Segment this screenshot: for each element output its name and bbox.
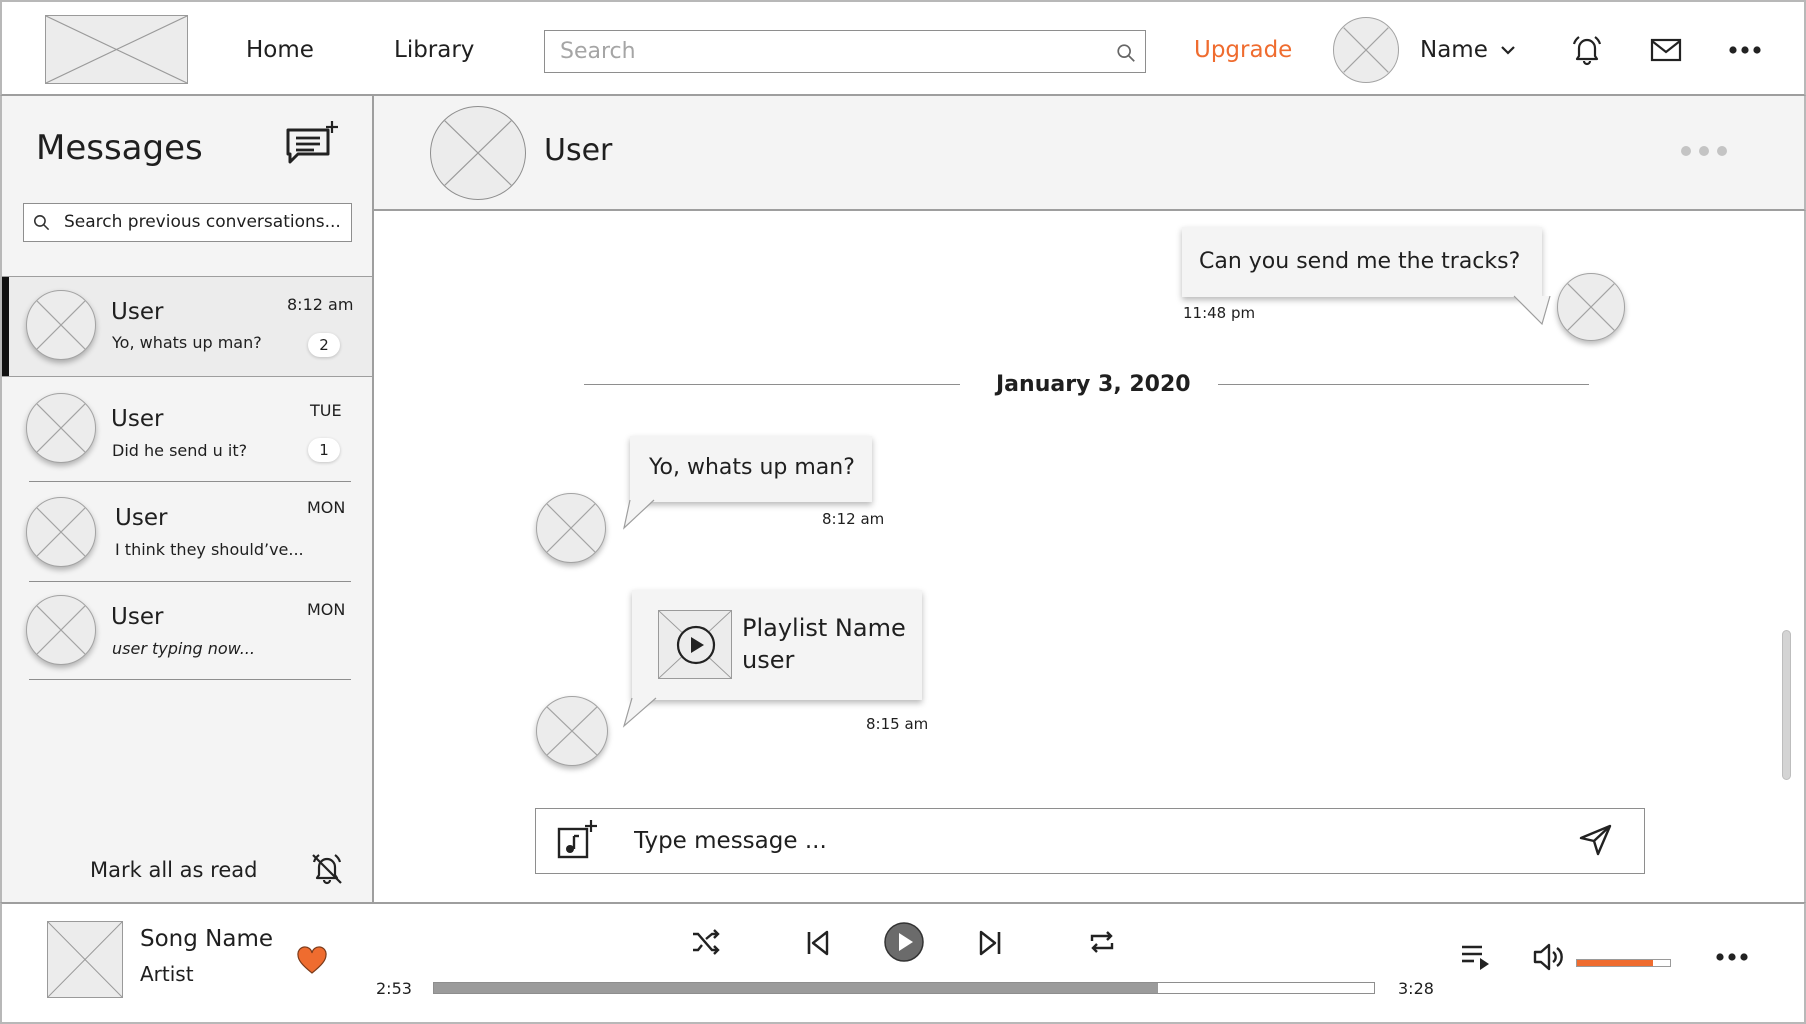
conversation-item[interactable]: User Did he send u it? TUE 1 (2, 381, 372, 481)
send-icon[interactable] (1578, 823, 1614, 857)
separator-line (584, 384, 960, 385)
mail-icon[interactable] (1650, 38, 1682, 62)
conversation-preview: user typing now... (112, 639, 255, 658)
progress-fill (434, 983, 1158, 993)
search-input[interactable] (545, 31, 1085, 71)
chat-user-avatar[interactable] (430, 106, 526, 200)
avatar (536, 493, 606, 563)
message-composer (535, 808, 1645, 874)
more-dots-icon[interactable] (1680, 144, 1728, 158)
nav-library[interactable]: Library (394, 37, 474, 63)
conversation-search (23, 203, 354, 242)
add-music-icon[interactable] (556, 819, 598, 861)
mark-all-read-button[interactable]: Mark all as read (90, 858, 257, 882)
avatar (26, 290, 96, 360)
conversation-name: User (111, 299, 164, 325)
avatar (26, 393, 96, 463)
queue-icon[interactable] (1460, 943, 1492, 971)
shuffle-icon[interactable] (691, 928, 721, 956)
message-text: Yo, whats up man? (649, 455, 855, 480)
conversation-preview: Yo, whats up man? (112, 333, 262, 352)
message-time: 11:48 pm (1183, 304, 1256, 322)
more-icon[interactable] (1716, 950, 1748, 964)
nav-home[interactable]: Home (246, 37, 314, 63)
search-field (544, 30, 1146, 73)
previous-icon[interactable] (804, 929, 832, 957)
playlist-message[interactable]: Playlist Name user (632, 590, 922, 700)
avatar (26, 595, 96, 665)
user-name[interactable]: Name (1420, 37, 1488, 63)
separator-line (1218, 384, 1589, 385)
avatar (536, 696, 608, 766)
volume-icon[interactable] (1532, 942, 1564, 972)
conversation-preview: Did he send u it? (112, 441, 248, 460)
active-indicator (2, 277, 9, 376)
chat-user-name[interactable]: User (544, 133, 612, 168)
message-time: 8:15 am (866, 715, 929, 733)
new-message-icon[interactable] (284, 120, 340, 170)
message-bubble: Can you send me the tracks? (1182, 227, 1542, 297)
messages-sidebar: Messages User Yo, whats up man? 8:12 am … (0, 96, 374, 902)
date-separator: January 3, 2020 (996, 372, 1191, 397)
message-time: 8:12 am (822, 510, 885, 528)
conversation-item[interactable]: User user typing now... MON (2, 583, 372, 677)
upgrade-button[interactable]: Upgrade (1194, 37, 1292, 63)
progress-bar[interactable] (433, 982, 1375, 994)
search-icon (33, 214, 50, 231)
bubble-tail (1513, 295, 1551, 326)
chat-header: User (374, 96, 1806, 211)
album-art[interactable] (47, 921, 123, 998)
heart-icon[interactable] (296, 946, 328, 976)
divider (29, 481, 351, 482)
conversation-preview: I think they should’ve... (115, 540, 304, 559)
playlist-cover[interactable] (658, 610, 732, 679)
search-icon[interactable] (1115, 42, 1137, 64)
logo-placeholder[interactable] (45, 15, 188, 84)
conversation-name: User (115, 505, 168, 531)
user-avatar[interactable] (1333, 17, 1399, 83)
volume-fill (1577, 960, 1654, 966)
duration-time: 3:28 (1398, 979, 1434, 998)
conversation-item[interactable]: User I think they should’ve... MON (2, 483, 372, 581)
unread-badge: 1 (308, 438, 340, 462)
conversation-name: User (111, 406, 164, 432)
volume-slider[interactable] (1576, 959, 1671, 967)
avatar (26, 497, 96, 567)
play-icon[interactable] (675, 624, 717, 666)
song-artist[interactable]: Artist (140, 962, 194, 986)
chat-thread: Can you send me the tracks? 11:48 pm Jan… (374, 211, 1806, 902)
conversation-time: 8:12 am (287, 295, 354, 314)
conversation-search-input[interactable] (64, 204, 354, 240)
message-text: Can you send me the tracks? (1199, 249, 1521, 274)
conversation-item[interactable]: User Yo, whats up man? 8:12 am 2 (2, 276, 372, 377)
chat-scrollbar[interactable] (1782, 630, 1791, 780)
conversation-time: TUE (310, 401, 342, 420)
playlist-owner[interactable]: user (742, 646, 794, 674)
play-icon[interactable] (883, 921, 925, 963)
sidebar-title: Messages (36, 128, 203, 168)
song-name[interactable]: Song Name (140, 926, 273, 952)
avatar (1557, 273, 1625, 341)
divider (29, 581, 351, 582)
divider (29, 679, 351, 680)
bubble-tail (622, 697, 657, 728)
top-bar: Home Library Upgrade Name (0, 0, 1806, 96)
conversation-time: MON (307, 498, 346, 517)
bubble-tail (623, 499, 655, 530)
conversation-name: User (111, 604, 164, 630)
playlist-name[interactable]: Playlist Name (742, 614, 906, 642)
more-icon[interactable] (1729, 43, 1761, 57)
repeat-icon[interactable] (1087, 927, 1117, 957)
bell-off-icon[interactable] (309, 851, 345, 887)
chevron-down-icon[interactable] (1499, 43, 1517, 57)
next-icon[interactable] (976, 929, 1004, 957)
unread-badge: 2 (308, 333, 340, 357)
message-input[interactable] (634, 821, 1534, 861)
conversation-time: MON (307, 600, 346, 619)
bell-icon[interactable] (1570, 34, 1604, 66)
message-bubble: Yo, whats up man? (630, 436, 872, 502)
player-bar: Song Name Artist 2:53 3:28 (0, 902, 1806, 1024)
elapsed-time: 2:53 (376, 979, 412, 998)
